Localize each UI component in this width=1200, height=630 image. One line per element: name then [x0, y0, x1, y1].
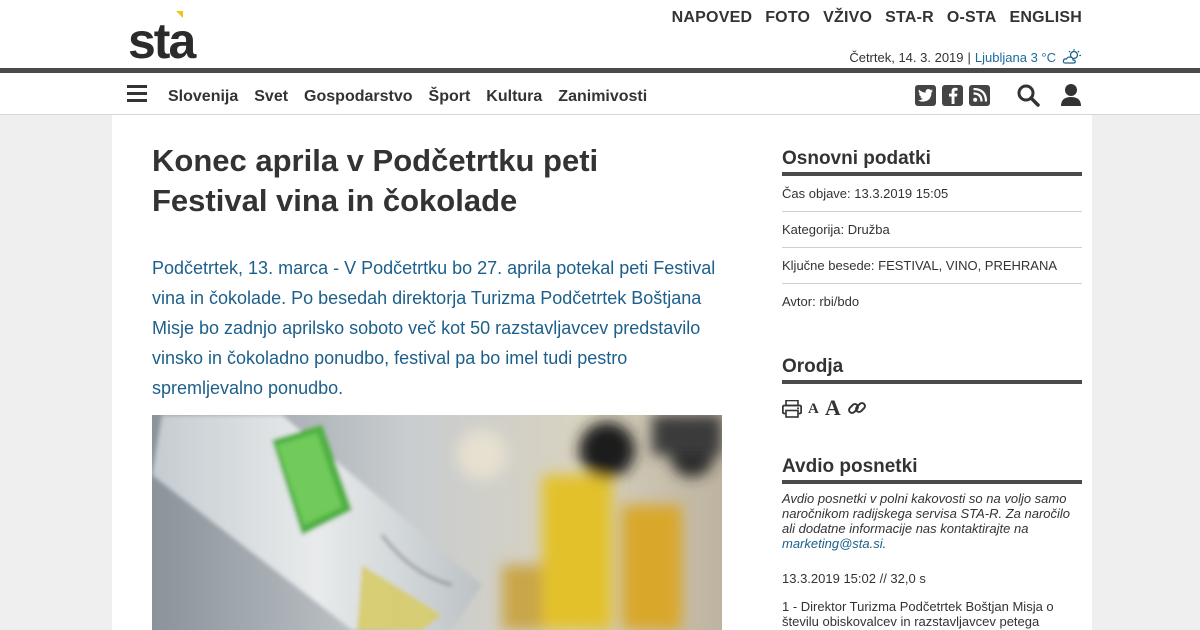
recording-description[interactable]: 1 - Direktor Turizma Podčetrtek Boštjan … [782, 599, 1082, 630]
info-category: Kategorija: Družba [782, 212, 1082, 248]
nav-tools [915, 83, 1082, 107]
font-increase-icon[interactable]: A [825, 397, 841, 419]
recording-timestamp: 13.3.2019 15:02 // 32,0 s [782, 571, 926, 586]
section-svet[interactable]: Svet [254, 88, 288, 106]
basic-info-title: Osnovni podatki [782, 148, 1082, 176]
sidebar: Osnovni podatki Čas objave: 13.3.2019 15… [782, 148, 1082, 630]
section-gospodarstvo[interactable]: Gospodarstvo [304, 88, 412, 106]
main-content: Konec aprila v Podčetrtku peti Festival … [112, 115, 1092, 630]
tools-section: Orodja A A [782, 356, 1082, 419]
menu-icon[interactable] [127, 85, 147, 103]
date-weather-line: Četrtek, 14. 3. 2019 | Ljubljana 3 °C [849, 49, 1082, 65]
topnav-vzivo[interactable]: VŽIVO [823, 9, 872, 27]
print-icon[interactable] [782, 400, 802, 418]
facebook-icon[interactable] [942, 84, 963, 106]
info-published: Čas objave: 13.3.2019 15:05 [782, 176, 1082, 212]
topnav-napoved[interactable]: NAPOVED [672, 9, 753, 27]
article-headline: Konec aprila v Podčetrtku peti Festival … [152, 143, 599, 218]
rss-icon[interactable] [969, 84, 990, 106]
section-navbar: Slovenija Svet Gospodarstvo Šport Kultur… [0, 73, 1200, 115]
logo-text: sta [128, 13, 197, 62]
section-sport[interactable]: Šport [429, 88, 471, 106]
date-separator: | [967, 49, 971, 65]
section-kultura[interactable]: Kultura [486, 88, 542, 106]
article: Konec aprila v Podčetrtku peti Festival … [152, 141, 722, 403]
site-header: sta NAPOVED FOTO VŽIVO STA-R O-STA ENGLI… [0, 0, 1200, 68]
tools-title: Orodja [782, 356, 1082, 384]
article-photo[interactable] [152, 415, 722, 630]
info-author: Avtor: rbi/bdo [782, 294, 860, 309]
audio-contact-email[interactable]: marketing@sta.si [782, 536, 883, 551]
user-icon[interactable] [1060, 83, 1082, 107]
audio-note-text: Avdio posnetki v polni kakovosti so na v… [782, 491, 1071, 536]
font-decrease-icon[interactable]: A [808, 401, 819, 418]
topnav-foto[interactable]: FOTO [765, 9, 810, 27]
topnav-sta-r[interactable]: STA-R [885, 9, 934, 27]
basic-info-section: Osnovni podatki Čas objave: 13.3.2019 15… [782, 148, 1082, 320]
audio-title: Avdio posnetki [782, 456, 1082, 484]
search-icon[interactable] [1016, 83, 1040, 107]
link-icon[interactable] [847, 398, 867, 418]
audio-note: Avdio posnetki v polni kakovosti so na v… [782, 491, 1082, 551]
article-lead: Podčetrtek, 13. marca - V Podčetrtku bo … [152, 258, 716, 398]
tool-icons: A A [782, 394, 1082, 419]
sta-logo[interactable]: sta [128, 10, 218, 62]
info-keywords: Ključne besede: FESTIVAL, VINO, PREHRANA [782, 248, 1082, 284]
wine-bottle-image [152, 415, 722, 630]
topnav-english[interactable]: ENGLISH [1009, 9, 1082, 27]
partly-cloudy-icon [1062, 49, 1081, 64]
current-date: Četrtek, 14. 3. 2019 [849, 49, 964, 65]
top-navigation: NAPOVED FOTO VŽIVO STA-R O-STA ENGLISH [672, 9, 1082, 27]
section-menu: Slovenija Svet Gospodarstvo Šport Kultur… [168, 88, 647, 106]
section-slovenija[interactable]: Slovenija [168, 88, 238, 106]
section-zanimivosti[interactable]: Zanimivosti [558, 88, 647, 106]
twitter-icon[interactable] [915, 84, 936, 106]
audio-note-end: . [882, 536, 887, 551]
weather-link[interactable]: Ljubljana 3 °C [975, 50, 1056, 65]
audio-section: Avdio posnetki Avdio posnetki v polni ka… [782, 456, 1082, 630]
topnav-o-sta[interactable]: O-STA [947, 9, 997, 27]
